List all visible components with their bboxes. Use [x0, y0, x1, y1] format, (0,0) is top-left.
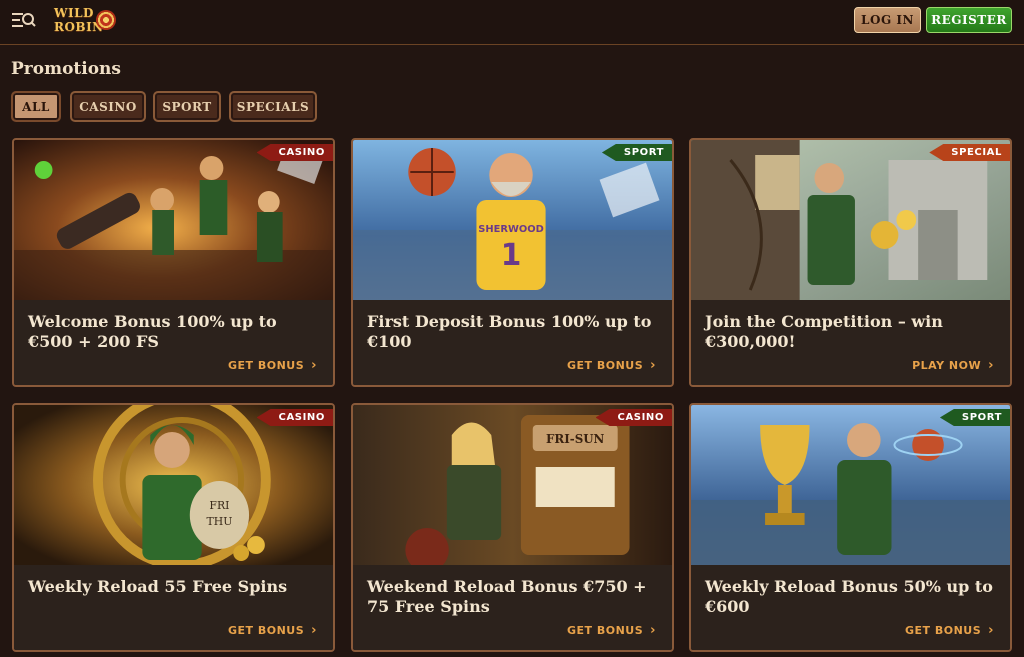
logo-word-wild: WILD	[54, 6, 94, 20]
cta-label: GET BONUS	[227, 359, 305, 372]
promo-card-welcome-bonus[interactable]: CASINO Welcome Bonus 100% up to €500 + 2…	[12, 138, 335, 387]
promo-image-vault-robin: FRI THU	[14, 405, 333, 565]
promo-card-competition[interactable]: SPECIAL Join the Competition – win €300,…	[689, 138, 1012, 387]
promo-title: Join the Competition – win €300,000!	[705, 312, 943, 351]
get-bonus-link[interactable]: GET BONUS ›	[228, 358, 317, 373]
promo-image-archer-gold	[691, 140, 1010, 300]
menu-search-icon[interactable]	[10, 8, 38, 34]
promo-card-weekend-reload[interactable]: FRI-SUN CASINO Weekend Reload Bonus €750…	[351, 403, 674, 652]
category-badge: CASINO	[256, 409, 333, 426]
get-bonus-link[interactable]: GET BONUS ›	[905, 623, 994, 638]
promo-image-trophy-robin	[691, 405, 1010, 565]
chevron-right-icon: ›	[650, 358, 656, 373]
chevron-right-icon: ›	[311, 358, 317, 373]
cta-label: GET BONUS	[566, 624, 644, 637]
promo-info: Join the Competition – win €300,000! PLA…	[691, 300, 1010, 385]
get-bonus-link[interactable]: GET BONUS ›	[228, 623, 317, 638]
promo-title: Welcome Bonus 100% up to €500 + 200 FS	[28, 312, 277, 351]
cta-label: PLAY NOW	[912, 359, 982, 372]
slot-sign-text: FRI-SUN	[546, 432, 604, 446]
bag-text-line1: FRI	[209, 499, 229, 512]
filter-tab-casino[interactable]: CASINO	[70, 91, 146, 122]
promo-title: Weekend Reload Bonus €750 + 75 Free Spin…	[367, 577, 647, 616]
promo-info: Welcome Bonus 100% up to €500 + 200 FS G…	[14, 300, 333, 385]
filter-tab-sport[interactable]: SPORT	[153, 91, 221, 122]
promo-info: Weekly Reload 55 Free Spins GET BONUS ›	[14, 565, 333, 650]
chevron-right-icon: ›	[311, 623, 317, 638]
bag-text-line2: THU	[206, 515, 232, 528]
filter-tab-specials[interactable]: SPECIALS	[229, 91, 317, 122]
promo-image-archers-cannon	[14, 140, 333, 300]
promo-title: First Deposit Bonus 100% up to €100	[367, 312, 652, 351]
promo-image-slot-machine: FRI-SUN	[353, 405, 672, 565]
promo-image-basketball-player: SHERWOOD 1	[353, 140, 672, 300]
chevron-right-icon: ›	[988, 358, 994, 373]
category-badge: CASINO	[595, 409, 672, 426]
category-badge: SPECIAL	[929, 144, 1010, 161]
filter-tab-all[interactable]: ALL	[11, 91, 61, 122]
chevron-right-icon: ›	[650, 623, 656, 638]
promo-info: First Deposit Bonus 100% up to €100 GET …	[353, 300, 672, 385]
category-badge: SPORT	[601, 144, 672, 161]
wild-robin-logo[interactable]: WILD ROBIN	[52, 4, 122, 40]
promo-info: Weekly Reload Bonus 50% up to €600 GET B…	[691, 565, 1010, 650]
promo-card-weekly-reload-spins[interactable]: FRI THU CASINO Weekly Reload 55 Free Spi…	[12, 403, 335, 652]
promo-card-first-deposit[interactable]: SHERWOOD 1 SPORT First Deposit Bonus 100…	[351, 138, 674, 387]
jersey-number: 1	[501, 238, 522, 273]
category-badge: CASINO	[256, 144, 333, 161]
target-icon	[96, 10, 116, 30]
play-now-link[interactable]: PLAY NOW ›	[912, 358, 994, 373]
page-title: Promotions	[11, 59, 121, 79]
top-bar: WILD ROBIN LOG IN REGISTER	[0, 0, 1024, 45]
promo-title: Weekly Reload 55 Free Spins	[28, 577, 288, 596]
get-bonus-link[interactable]: GET BONUS ›	[567, 623, 656, 638]
get-bonus-link[interactable]: GET BONUS ›	[567, 358, 656, 373]
register-button[interactable]: REGISTER	[926, 7, 1012, 33]
chevron-right-icon: ›	[988, 623, 994, 638]
jersey-text: SHERWOOD	[478, 224, 544, 235]
category-badge: SPORT	[939, 409, 1010, 426]
promo-title: Weekly Reload Bonus 50% up to €600	[705, 577, 993, 616]
promo-info: Weekend Reload Bonus €750 + 75 Free Spin…	[353, 565, 672, 650]
cta-label: GET BONUS	[904, 624, 982, 637]
login-button[interactable]: LOG IN	[854, 7, 921, 33]
promo-card-weekly-reload-bonus[interactable]: SPORT Weekly Reload Bonus 50% up to €600…	[689, 403, 1012, 652]
cta-label: GET BONUS	[566, 359, 644, 372]
cta-label: GET BONUS	[227, 624, 305, 637]
